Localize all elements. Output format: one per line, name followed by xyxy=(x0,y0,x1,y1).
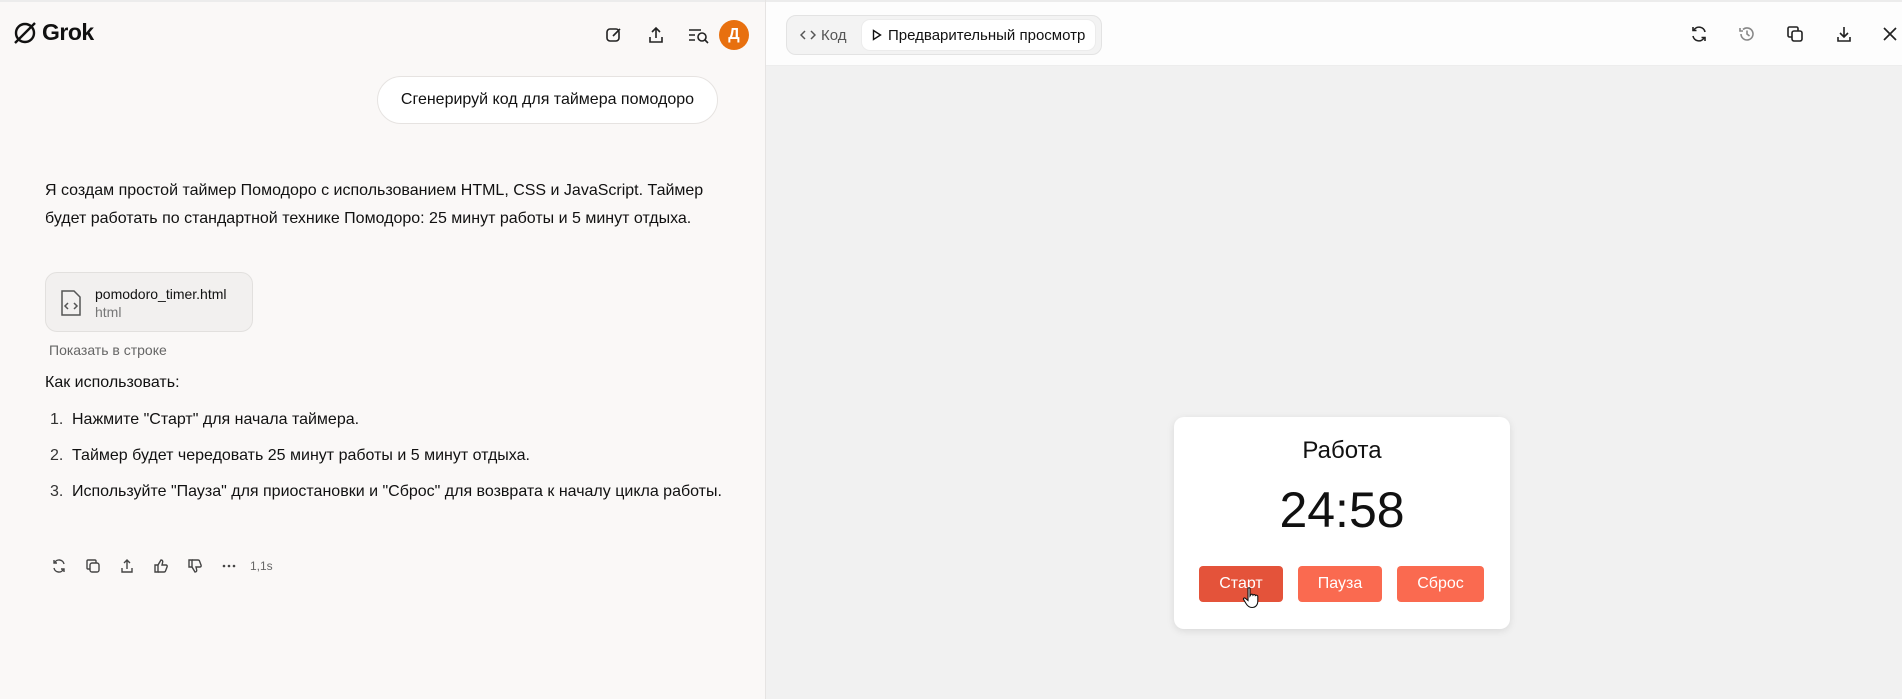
timer-display: 24:58 xyxy=(1279,482,1405,538)
refresh-icon xyxy=(1692,26,1706,42)
user-message: Сгенерируй код для таймера помодоро xyxy=(377,76,718,124)
app-name: Grok xyxy=(42,19,94,45)
new-chat-button[interactable] xyxy=(598,19,630,51)
like-button[interactable] xyxy=(144,554,178,578)
list-item: 2. Таймер будет чередовать 25 минут рабо… xyxy=(45,442,735,470)
history-icon xyxy=(1739,27,1754,41)
tab-preview[interactable]: Предварительный просмотр xyxy=(862,20,1096,50)
assistant-answer-text: Я создам простой таймер Помодоро с испол… xyxy=(45,182,704,227)
download-button[interactable] xyxy=(1828,18,1860,50)
avatar[interactable]: Д xyxy=(719,20,749,50)
tab-code-label: Код xyxy=(821,26,847,44)
more-icon xyxy=(222,564,236,568)
search-history-button[interactable] xyxy=(682,19,714,51)
close-icon xyxy=(1883,27,1897,41)
file-type: html xyxy=(95,304,122,320)
thumbs-down-icon xyxy=(188,559,202,573)
list-number: 1. xyxy=(50,411,64,428)
tab-preview-label: Предварительный просмотр xyxy=(888,26,1086,44)
copy-code-button[interactable] xyxy=(1779,18,1811,50)
reset-button[interactable]: Сброс xyxy=(1397,566,1484,602)
pomodoro-card: Работа 24:58 Старт Пауза Сброс xyxy=(1174,417,1510,629)
download-icon xyxy=(1837,27,1851,42)
view-mode-toggle: Код Предварительный просмотр xyxy=(786,15,1102,55)
list-item-text: Таймер будет чередовать 25 минут работы … xyxy=(72,447,530,464)
pause-button[interactable]: Пауза xyxy=(1298,566,1382,602)
share-icon xyxy=(649,26,663,43)
copy-icon xyxy=(1787,26,1803,42)
search-history-icon xyxy=(689,29,709,44)
list-number: 2. xyxy=(50,447,64,464)
grok-logo[interactable]: Grok xyxy=(12,19,94,46)
steps-list: 1. Нажмите "Старт" для начала таймера. 2… xyxy=(45,406,735,514)
share-button[interactable] xyxy=(640,19,672,51)
list-item-text: Используйте "Пауза" для приостановки и "… xyxy=(72,483,722,500)
preview-toolbar: Код Предварительный просмотр xyxy=(766,0,1902,66)
regenerate-button[interactable] xyxy=(42,554,76,578)
share-icon xyxy=(121,559,133,573)
code-file-icon xyxy=(61,290,81,316)
howto-title: Как использовать: xyxy=(45,374,180,391)
list-item-text: Нажмите "Старт" для начала таймера. xyxy=(72,411,360,428)
start-button[interactable]: Старт xyxy=(1199,566,1283,602)
copy-button[interactable] xyxy=(76,554,110,578)
edit-icon xyxy=(606,28,621,42)
history-button[interactable] xyxy=(1731,18,1763,50)
refresh-button[interactable] xyxy=(1683,18,1715,50)
message-actions: 1,1s xyxy=(42,554,273,578)
thumbs-up-icon xyxy=(154,559,168,573)
share-message-button[interactable] xyxy=(110,554,144,578)
chat-panel: Grok Д Сгенерируй код для таймера помодо… xyxy=(0,0,765,699)
list-item: 1. Нажмите "Старт" для начала таймера. xyxy=(45,406,735,434)
list-number: 3. xyxy=(50,483,64,500)
grok-logo-icon xyxy=(14,21,36,44)
tab-code[interactable]: Код xyxy=(792,20,855,50)
copy-icon xyxy=(86,559,100,573)
list-item: 3. Используйте "Пауза" для приостановки … xyxy=(45,478,735,506)
file-name: pomodoro_timer.html xyxy=(95,286,227,302)
timer-mode-label: Работа xyxy=(1302,437,1382,464)
code-icon xyxy=(800,30,816,40)
file-attachment-card[interactable]: pomodoro_timer.html html xyxy=(45,272,253,332)
more-button[interactable] xyxy=(212,554,246,578)
show-inline-link[interactable]: Показать в строке xyxy=(49,342,167,358)
close-button[interactable] xyxy=(1874,18,1902,50)
play-icon xyxy=(872,29,882,41)
response-time: 1,1s xyxy=(250,559,273,573)
dislike-button[interactable] xyxy=(178,554,212,578)
hand-cursor-icon xyxy=(1242,587,1259,609)
regenerate-icon xyxy=(53,559,65,573)
preview-panel: Код Предварительный просмотр Работа 24:5… xyxy=(766,0,1902,699)
